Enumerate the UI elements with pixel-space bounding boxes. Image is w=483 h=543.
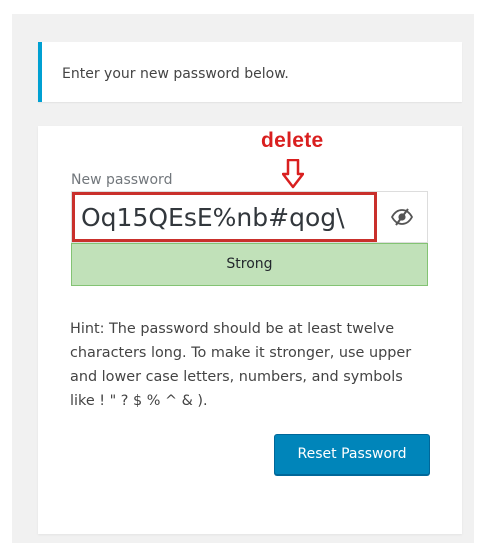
new-password-label: New password: [71, 172, 173, 188]
arrow-down-icon: [282, 159, 304, 189]
info-message: Enter your new password below.: [38, 42, 462, 102]
password-hint: Hint: The password should be at least tw…: [70, 321, 412, 409]
info-message-text: Enter your new password below.: [62, 66, 289, 82]
password-field-wrapper: [71, 191, 428, 243]
delete-annotation-label: delete: [261, 129, 324, 152]
reset-password-button[interactable]: Reset Password: [274, 434, 430, 475]
new-password-input[interactable]: [72, 192, 377, 242]
hide-password-button[interactable]: [377, 192, 427, 242]
password-strength-indicator: Strong: [71, 243, 428, 286]
reset-password-form: delete New password Strong Hint: The pas…: [38, 126, 462, 534]
eye-slash-icon: [391, 208, 413, 226]
